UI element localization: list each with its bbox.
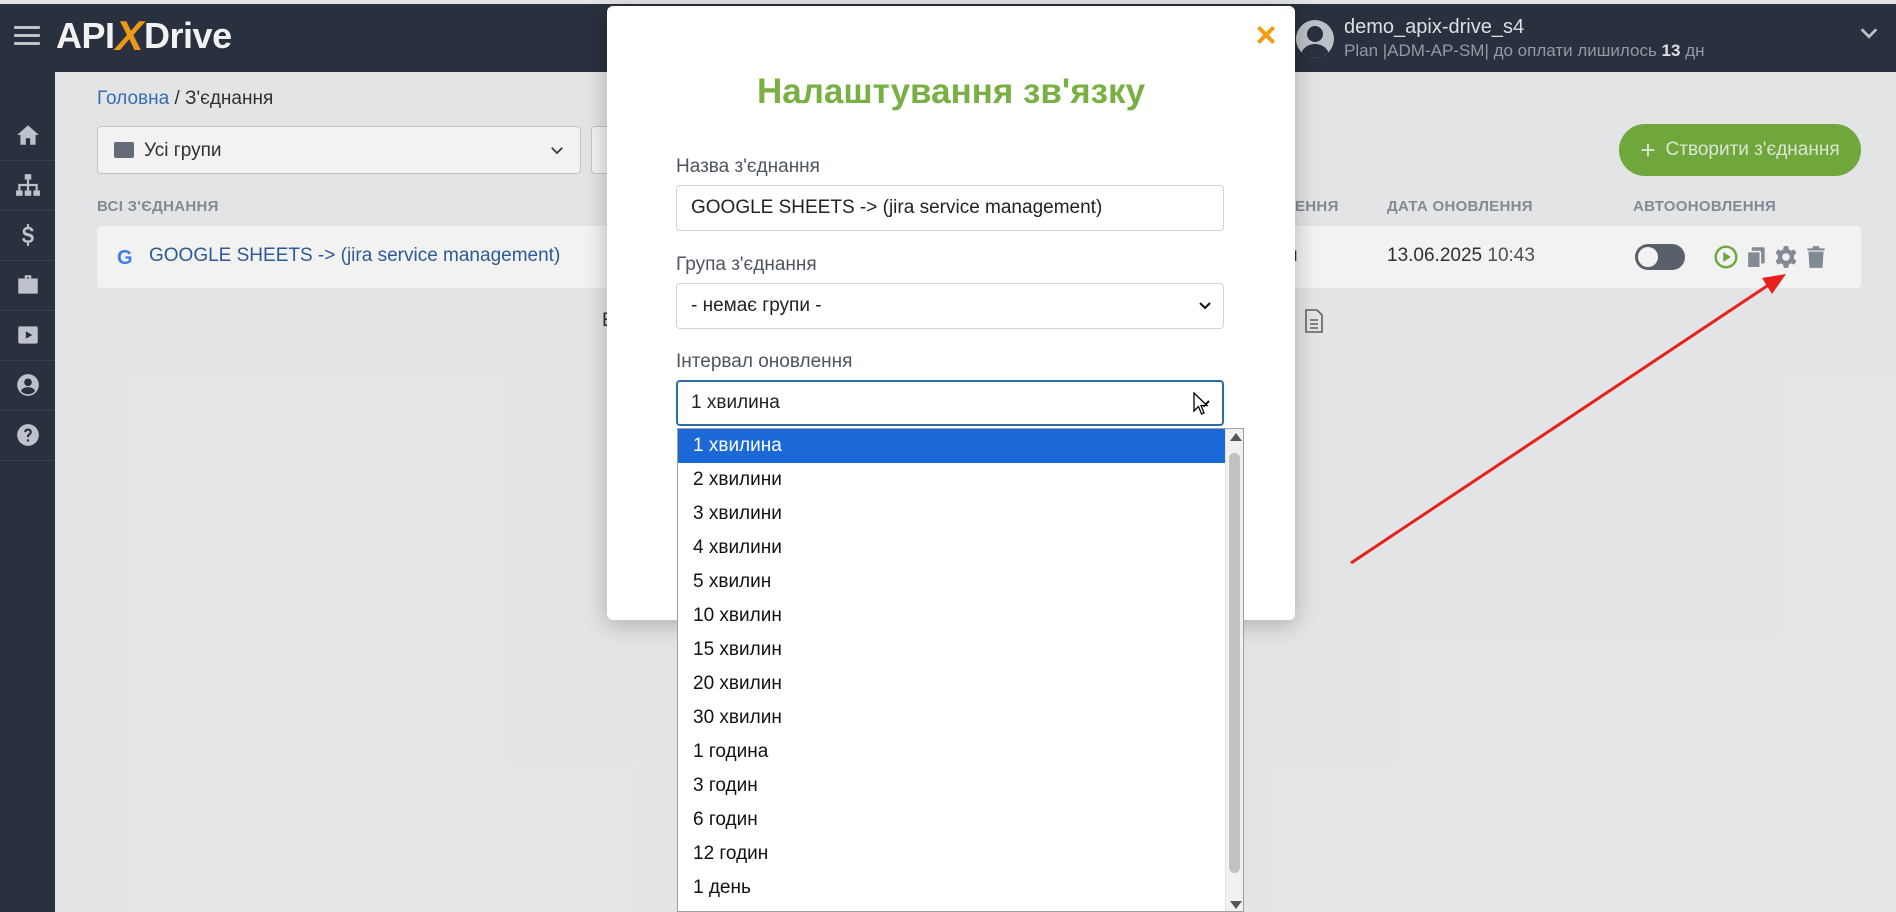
connection-name-input[interactable]: GOOGLE SHEETS -> (jira service managemen… [676, 185, 1224, 231]
interval-option[interactable]: 12 годин [678, 837, 1226, 871]
scroll-down-arrow-icon[interactable] [1230, 901, 1242, 909]
interval-option[interactable]: 6 годин [678, 803, 1226, 837]
interval-option[interactable]: 1 година [678, 735, 1226, 769]
connection-group-label: Група з'єднання [676, 254, 817, 275]
connection-group-select[interactable]: - немає групи - [676, 283, 1224, 329]
interval-option[interactable]: 3 годин [678, 769, 1226, 803]
scroll-thumb[interactable] [1229, 453, 1240, 873]
connection-group-value: - немає групи - [691, 295, 822, 316]
interval-option[interactable]: 10 хвилин [678, 599, 1226, 633]
interval-option[interactable]: 1 день [678, 871, 1226, 905]
interval-option[interactable]: 1 хвилина [678, 429, 1226, 463]
interval-option[interactable]: 3 хвилини [678, 497, 1226, 531]
interval-option[interactable]: 15 хвилин [678, 633, 1226, 667]
interval-option[interactable]: 2 хвилини [678, 463, 1226, 497]
interval-option[interactable]: 20 хвилин [678, 667, 1226, 701]
update-interval-dropdown[interactable]: 1 день 12 годин 6 годин 3 годин 1 година 30 х… [677, 428, 1244, 912]
mouse-cursor-icon [1193, 392, 1209, 415]
scroll-up-arrow-icon[interactable] [1230, 433, 1242, 441]
chevron-down-icon [1199, 302, 1211, 310]
update-interval-select[interactable]: 1 хвилина [676, 380, 1224, 426]
interval-option[interactable]: 30 хвилин [678, 701, 1226, 735]
interval-option[interactable]: 5 хвилин [678, 565, 1226, 599]
connection-name-label: Назва з'єднання [676, 156, 820, 177]
update-interval-label: Інтервал оновлення [676, 351, 853, 372]
interval-option[interactable]: 4 хвилини [678, 531, 1226, 565]
modal-title: Налаштування зв'язку [756, 72, 1146, 111]
update-interval-value: 1 хвилина [691, 392, 780, 413]
close-icon[interactable]: × [1251, 17, 1281, 53]
dropdown-scrollbar[interactable] [1225, 429, 1243, 911]
